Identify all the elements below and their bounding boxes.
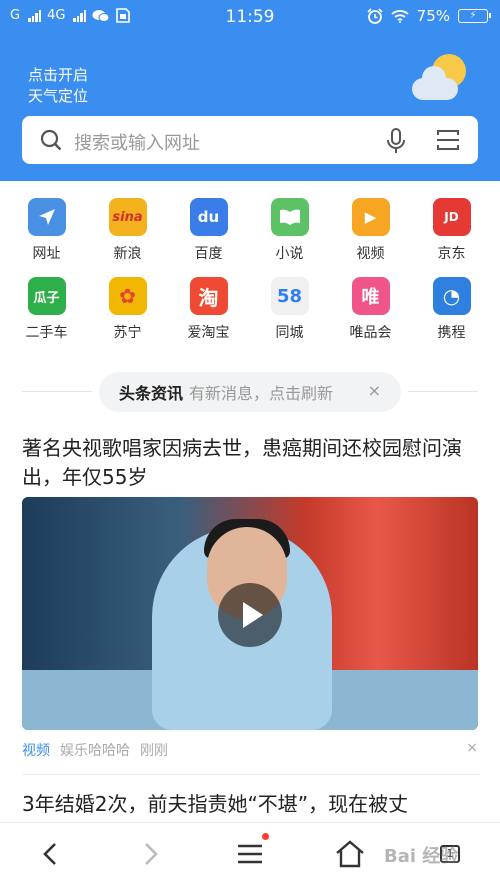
- shortcut-label: 视频: [356, 246, 385, 262]
- news-source: 娱乐哈哈哈: [60, 743, 130, 759]
- shortcut-taobao[interactable]: 淘 爱淘宝: [168, 277, 249, 342]
- news-time: 刚刚: [140, 743, 168, 759]
- news-title[interactable]: 著名央视歌唱家因病去世，患癌期间还校园慰问演出，年仅55岁: [22, 434, 480, 492]
- header: G 4G 11:59 75% ⚡ 点击开启 天气定位 搜索或输入网址: [0, 0, 500, 181]
- baidu-icon: du: [189, 198, 228, 236]
- refresh-banner[interactable]: 头条资讯 有新消息，点击刷新 ×: [99, 372, 401, 412]
- shortcut-label: 京东: [437, 246, 466, 262]
- shortcut-label: 爱淘宝: [187, 325, 230, 341]
- notification-dot: [262, 833, 269, 840]
- menu-button[interactable]: [233, 833, 269, 871]
- news-title[interactable]: 3年结婚2次，前夫指责她“不堪”，现在被丈: [22, 790, 480, 820]
- search-input[interactable]: 搜索或输入网址: [74, 129, 200, 155]
- weather-prompt[interactable]: 点击开启 天气定位: [28, 65, 88, 107]
- play-icon[interactable]: [218, 583, 282, 647]
- back-icon[interactable]: [34, 837, 68, 871]
- shortcut-sina[interactable]: sina 新浪: [87, 198, 168, 263]
- divider: [408, 391, 478, 392]
- refresh-message: 有新消息，点击刷新: [189, 384, 334, 403]
- divider: [22, 391, 92, 392]
- weather-line-2: 天气定位: [28, 87, 89, 105]
- book-icon: [270, 198, 309, 236]
- shortcut-label: 二手车: [25, 325, 68, 341]
- play-icon: ▶: [351, 198, 390, 236]
- shortcut-label: 唯品会: [349, 325, 392, 341]
- shortcut-58[interactable]: 58 同城: [249, 277, 330, 342]
- feed-tag: 头条资讯: [119, 384, 184, 403]
- sina-icon: sina: [108, 198, 147, 236]
- shortcut-baidu[interactable]: du 百度: [168, 198, 249, 263]
- shortcut-label: 苏宁: [113, 325, 142, 341]
- shortcut-grid: 网址 sina 新浪 du 百度 小说 ▶ 视频 JD 京东 瓜子 二手车 ✿ …: [6, 198, 494, 342]
- battery-percent: 75%: [416, 7, 450, 25]
- shortcut-label: 小说: [275, 246, 304, 262]
- navigation-icon: [27, 198, 66, 236]
- close-icon[interactable]: ×: [466, 740, 478, 756]
- search-icon: [40, 129, 62, 151]
- shortcut-label: 百度: [194, 246, 223, 262]
- taobao-icon: 淘: [189, 277, 228, 315]
- scan-icon[interactable]: [436, 128, 460, 152]
- shortcut-ctrip[interactable]: ◔ 携程: [411, 277, 492, 342]
- forward-icon[interactable]: [133, 837, 167, 871]
- shortcut-label: 新浪: [113, 246, 142, 262]
- vip-icon: 唯: [351, 277, 390, 315]
- shortcut-vip[interactable]: 唯 唯品会: [330, 277, 411, 342]
- weather-line-1: 点击开启: [28, 66, 89, 84]
- battery-icon: ⚡: [458, 9, 491, 23]
- ctrip-icon: ◔: [432, 277, 471, 315]
- wifi-icon: [391, 10, 409, 23]
- shortcut-label: 同城: [275, 325, 304, 341]
- jd-icon: JD: [432, 198, 471, 236]
- shortcut-label: 携程: [437, 325, 466, 341]
- alarm-icon: [367, 8, 383, 24]
- guazi-icon: 瓜子: [27, 277, 66, 315]
- sun-cloud-icon[interactable]: [412, 54, 468, 100]
- status-bar: G 4G 11:59 75% ⚡: [0, 0, 500, 34]
- shortcut-video[interactable]: ▶ 视频: [330, 198, 411, 263]
- 58-icon: 58: [270, 277, 309, 315]
- shortcut-nav[interactable]: 网址: [6, 198, 87, 263]
- news-category: 视频: [22, 743, 50, 759]
- home-icon[interactable]: [333, 837, 367, 871]
- shortcut-jd[interactable]: JD 京东: [411, 198, 492, 263]
- news-video-thumbnail[interactable]: [22, 497, 478, 730]
- watermark: Bai 经验: [384, 846, 459, 867]
- shortcut-label: 网址: [32, 246, 61, 262]
- shortcut-novel[interactable]: 小说: [249, 198, 330, 263]
- news-meta: 视频 娱乐哈哈哈 刚刚 ×: [22, 740, 480, 760]
- search-bar[interactable]: 搜索或输入网址: [22, 116, 478, 164]
- close-icon[interactable]: ×: [368, 381, 381, 400]
- shortcut-used-car[interactable]: 瓜子 二手车: [6, 277, 87, 342]
- suning-icon: ✿: [108, 277, 147, 315]
- microphone-icon[interactable]: [384, 128, 408, 154]
- divider: [22, 774, 480, 775]
- menu-icon: [238, 844, 262, 864]
- shortcut-suning[interactable]: ✿ 苏宁: [87, 277, 168, 342]
